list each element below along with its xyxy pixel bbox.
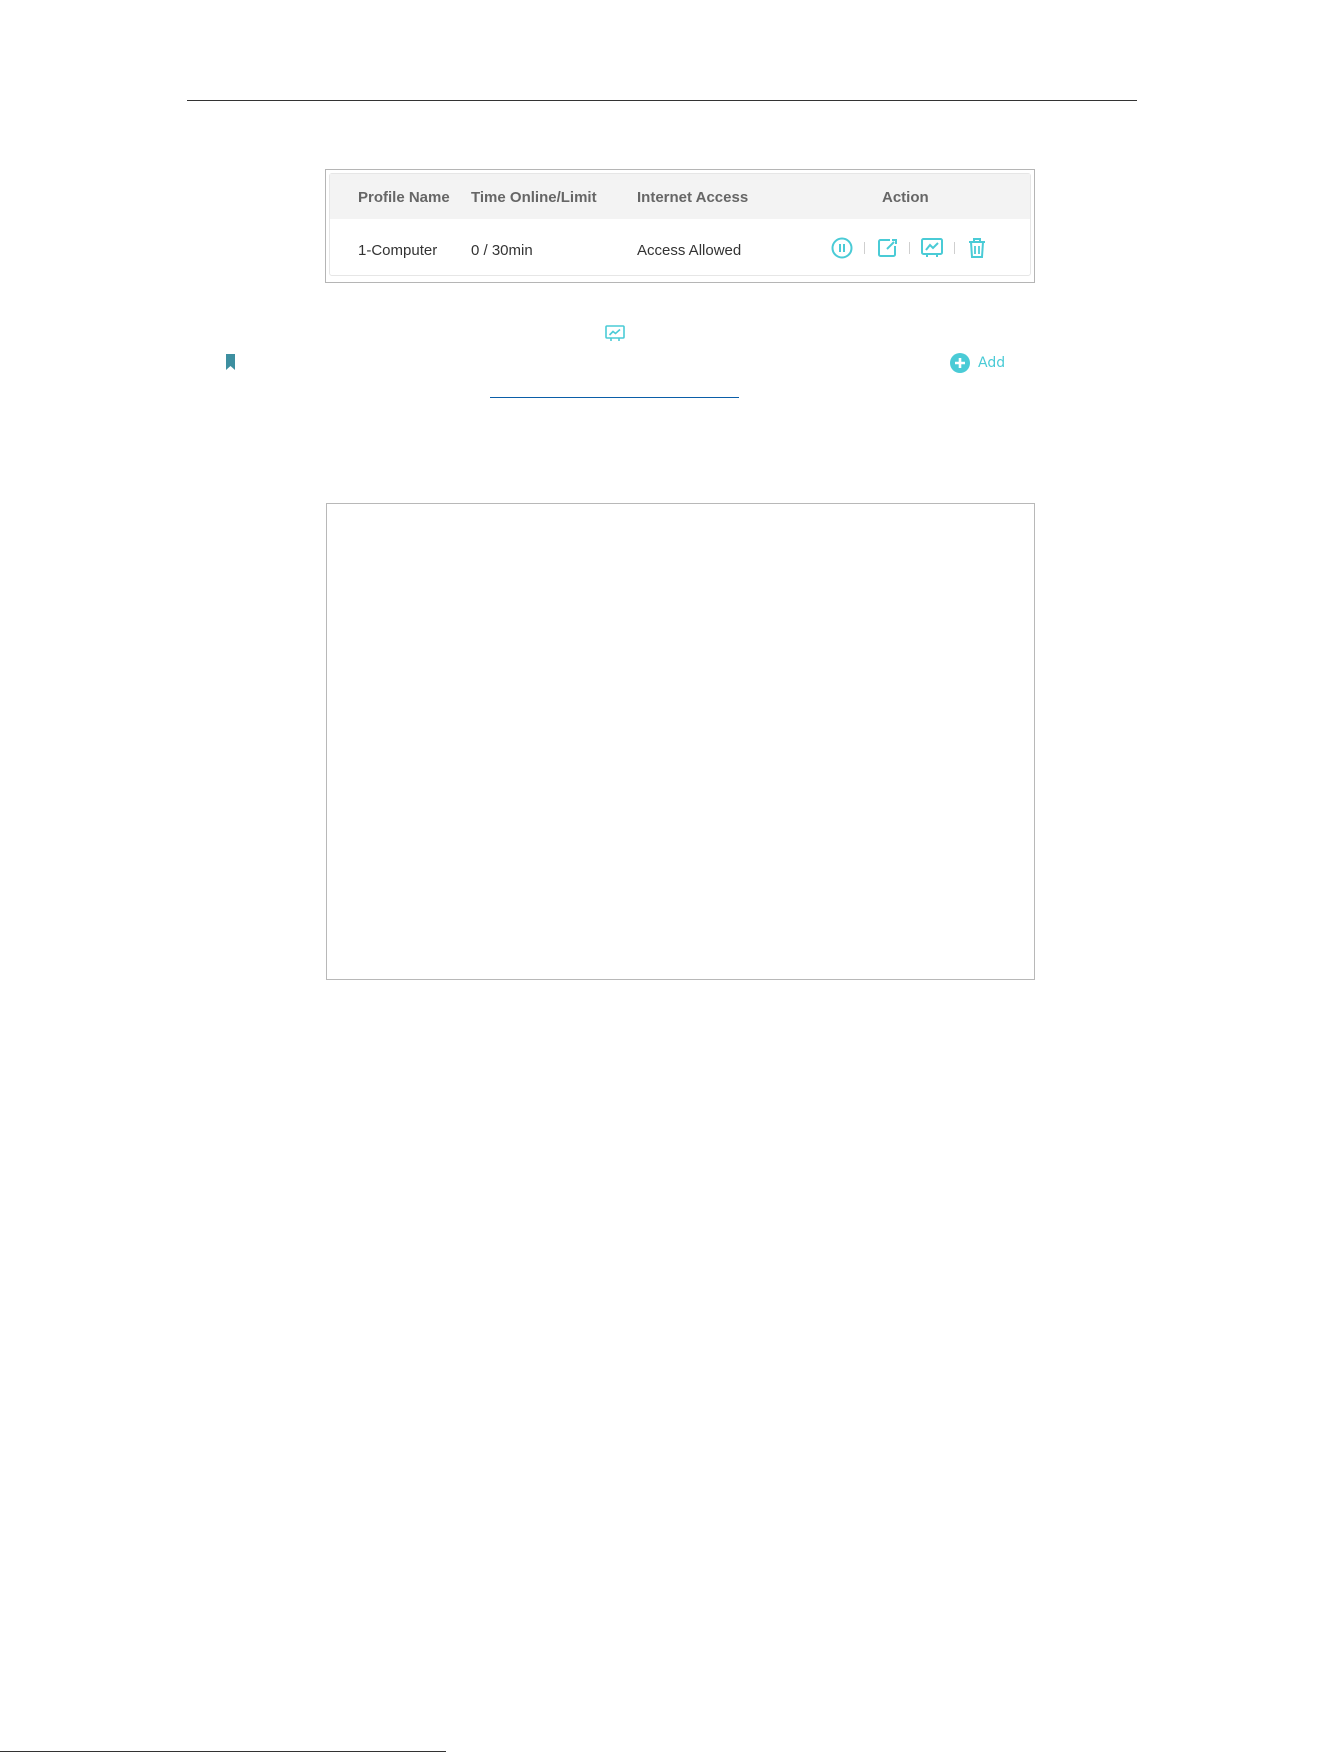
trash-icon[interactable]: [965, 236, 989, 260]
add-button-label: Add: [978, 355, 1006, 371]
bookmark-icon: [226, 354, 235, 370]
footnote-rule: [0, 1751, 446, 1752]
cell-profile-name: 1-Computer: [358, 242, 438, 259]
profile-table: Profile Name Time Online/Limit Internet …: [329, 173, 1031, 276]
insights-chart-icon[interactable]: [920, 236, 944, 260]
plus-circle-icon: [950, 353, 970, 373]
header-profile-name: Profile Name: [358, 189, 450, 206]
action-separator: [909, 242, 910, 254]
insights-chart-icon: [605, 325, 625, 341]
screenshot-frame: [326, 503, 1035, 980]
row-actions: [830, 233, 989, 263]
header-rule: [187, 100, 1137, 101]
header-time-online-limit: Time Online/Limit: [471, 189, 597, 206]
cell-time-online-limit: 0 / 30min: [471, 242, 533, 259]
action-separator: [954, 242, 955, 254]
link-underline[interactable]: [490, 397, 739, 398]
table-header: Profile Name Time Online/Limit Internet …: [330, 174, 1030, 219]
action-separator: [864, 242, 865, 254]
header-action: Action: [882, 189, 929, 206]
profile-table-panel: Profile Name Time Online/Limit Internet …: [325, 169, 1035, 283]
add-button[interactable]: Add: [949, 351, 1005, 375]
cell-internet-access: Access Allowed: [637, 242, 742, 259]
header-internet-access: Internet Access: [637, 189, 749, 206]
pause-icon[interactable]: [830, 236, 854, 260]
edit-icon[interactable]: [875, 236, 899, 260]
